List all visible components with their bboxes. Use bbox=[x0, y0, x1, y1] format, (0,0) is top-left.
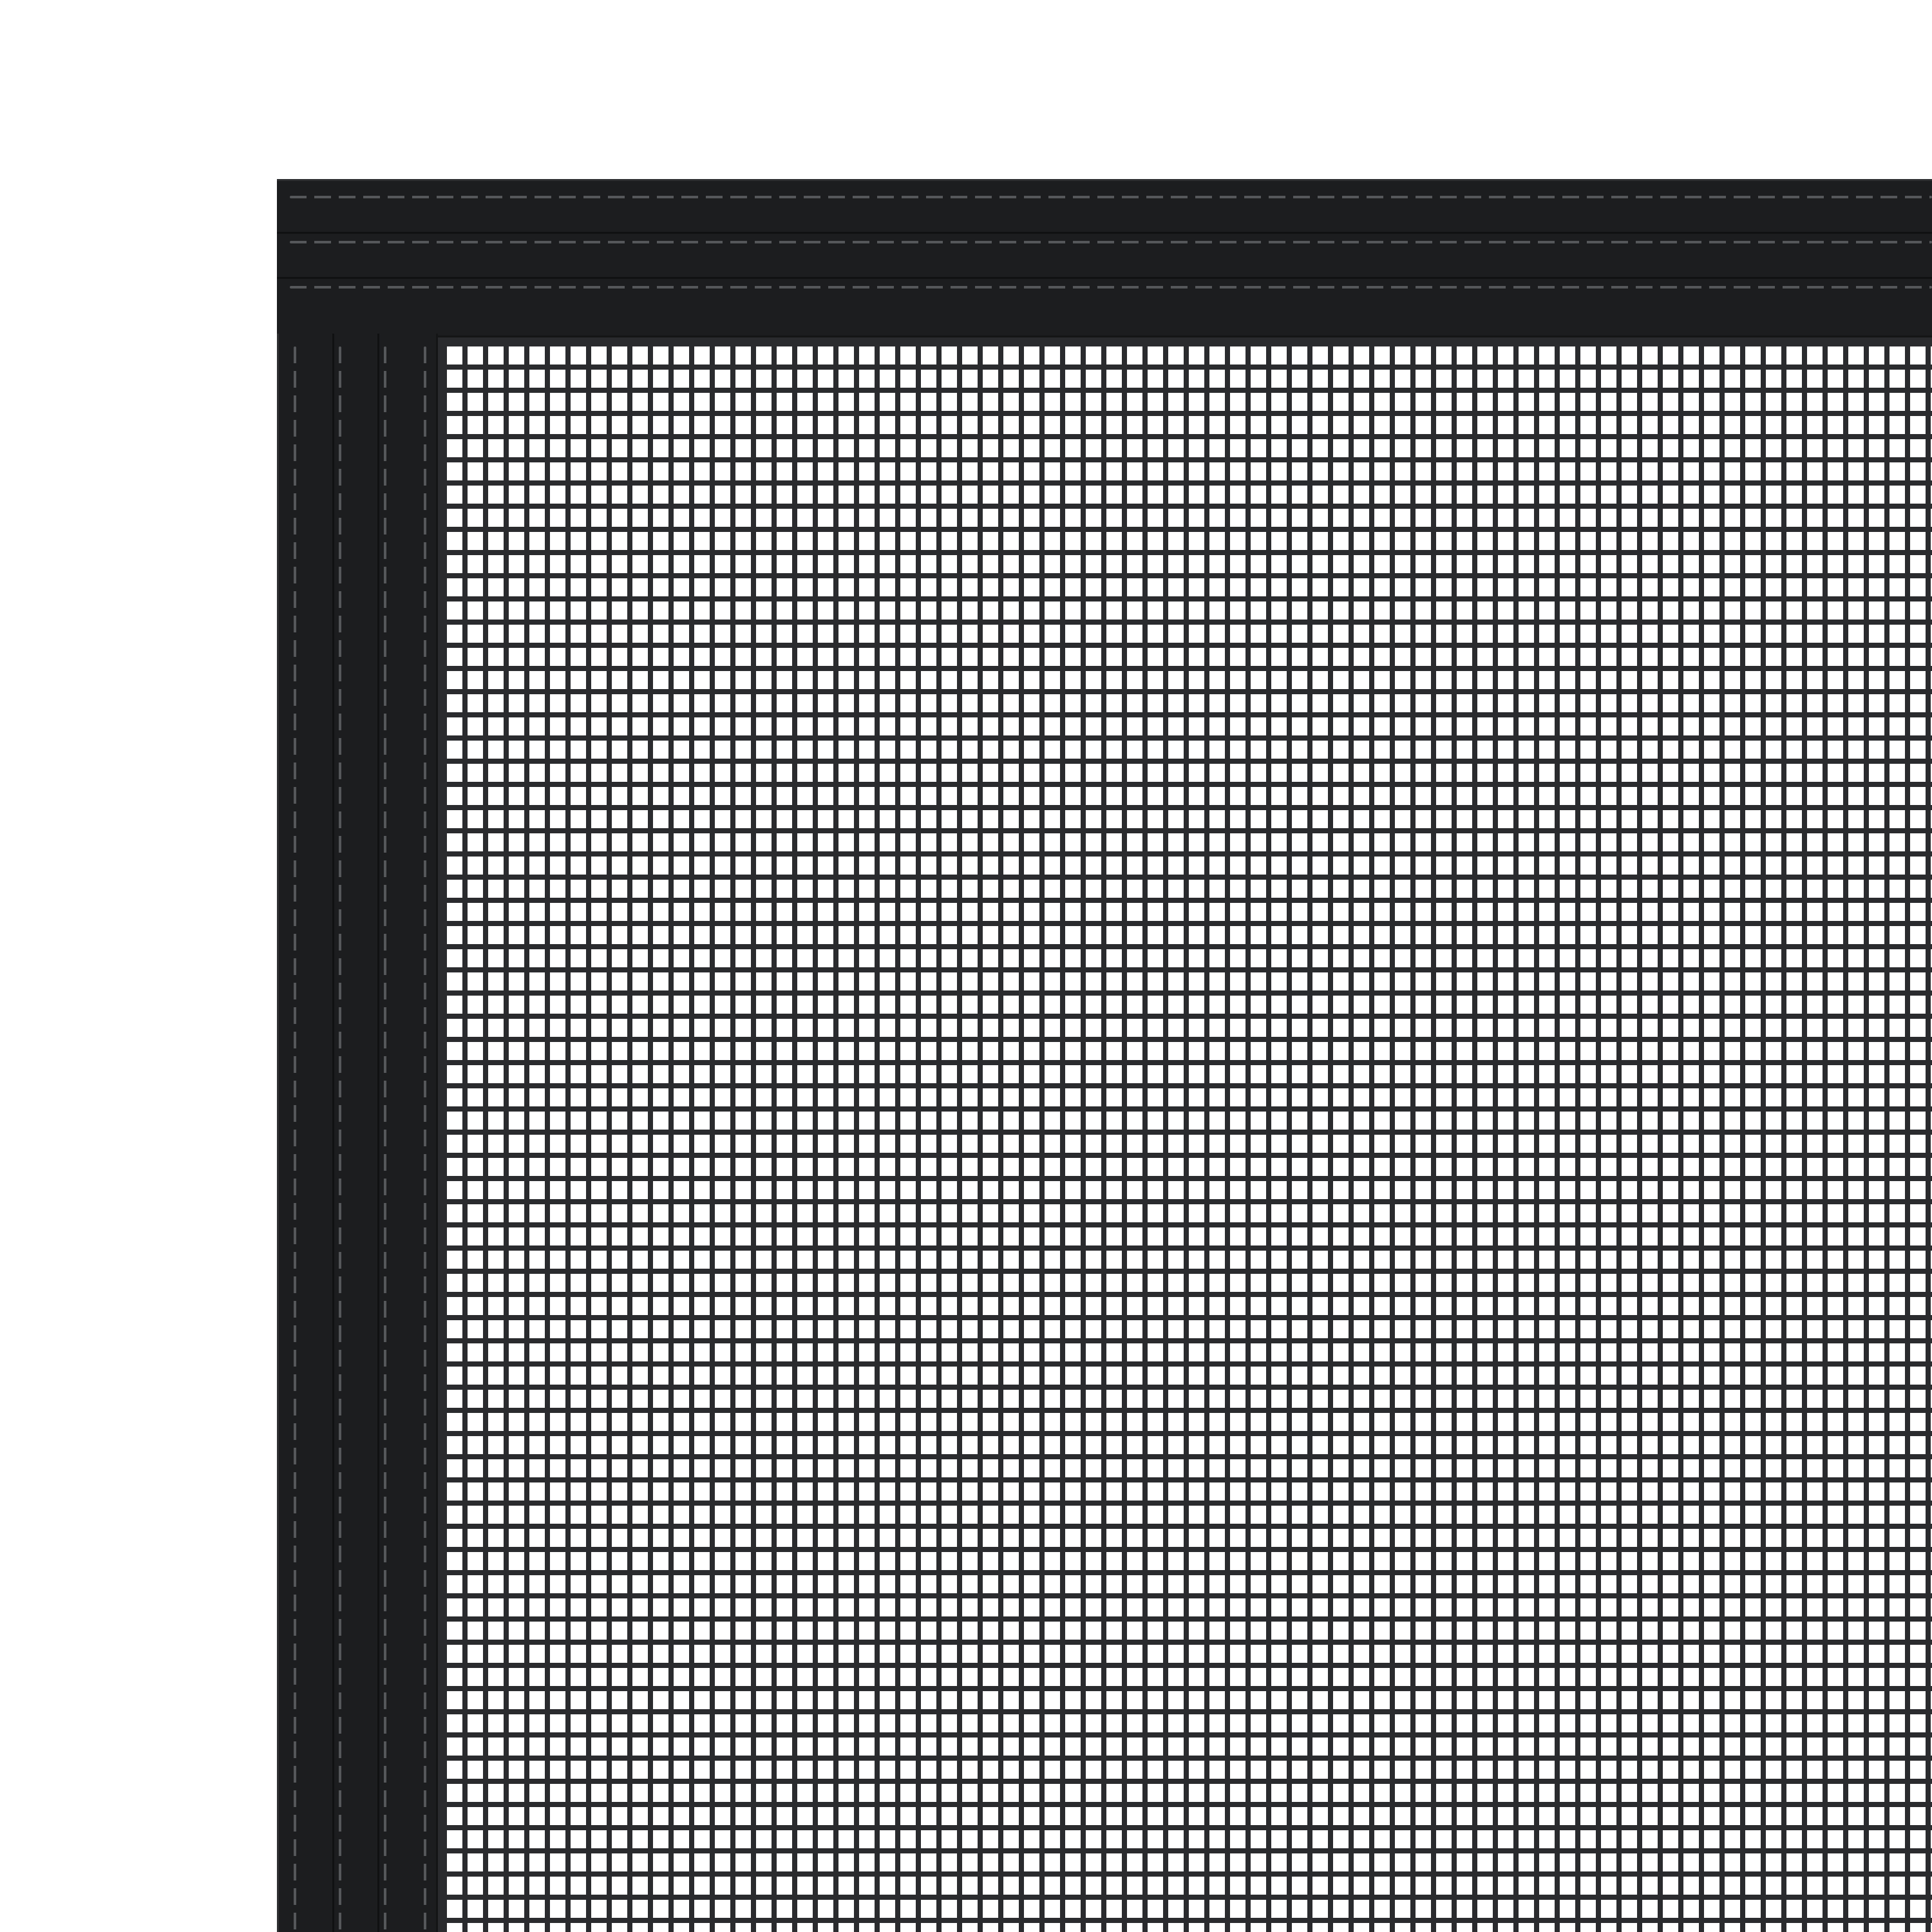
left-hem-fold-2 bbox=[377, 334, 379, 1932]
top-hem-band bbox=[277, 179, 1932, 337]
top-stitch-row-3 bbox=[290, 286, 1932, 289]
mesh-grid bbox=[442, 341, 1932, 1932]
left-stitch-row-3 bbox=[384, 346, 386, 1932]
left-hem-fold-1 bbox=[332, 334, 334, 1932]
insect-screen-corner bbox=[0, 0, 1932, 1932]
top-hem-fold-1 bbox=[277, 232, 1932, 234]
top-stitch-row-1 bbox=[290, 196, 1932, 198]
left-stitch-row-1 bbox=[294, 346, 296, 1932]
top-stitch-row-2 bbox=[290, 241, 1932, 243]
left-hem-band bbox=[277, 334, 438, 1932]
left-stitch-row-2 bbox=[339, 346, 341, 1932]
left-stitch-row-4 bbox=[424, 346, 426, 1932]
top-hem-fold-2 bbox=[277, 277, 1932, 279]
